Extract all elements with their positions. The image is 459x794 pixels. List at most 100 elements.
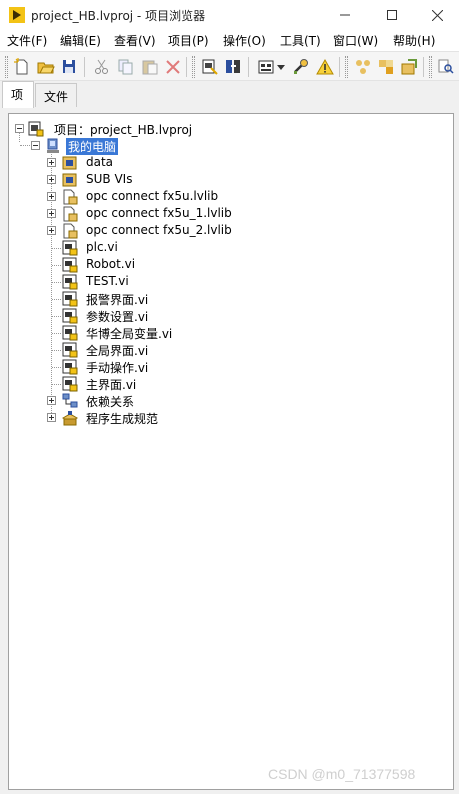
tree-item-lvlib[interactable]: opc connect fx5u_1.lvlib (86, 206, 232, 220)
tree-connector (52, 248, 61, 249)
tree-item-data[interactable]: data (86, 155, 113, 169)
maximize-button[interactable] (369, 0, 415, 30)
maximize-icon (387, 10, 397, 20)
paste-icon[interactable] (141, 58, 159, 76)
dropdown-arrow-icon[interactable] (276, 58, 286, 76)
cut-icon[interactable] (93, 58, 111, 76)
tab-strip: 项 文件 (0, 81, 459, 108)
folder-lib-icon (62, 173, 77, 187)
tree-item-vi[interactable]: 华博全局变量.vi (86, 325, 172, 342)
toolbar-separator (423, 57, 424, 77)
find-icon[interactable] (437, 58, 455, 76)
item-expander[interactable] (47, 209, 56, 218)
tree-connector (52, 316, 61, 317)
item-expander[interactable] (47, 226, 56, 235)
build-spec-icon (62, 411, 78, 426)
computer-icon (47, 138, 59, 153)
build-icon[interactable] (201, 58, 219, 76)
tree-item-vi[interactable]: 主界面.vi (86, 376, 136, 393)
close-icon (431, 9, 443, 21)
tree-item-lvlib[interactable]: opc connect fx5u_2.lvlib (86, 223, 232, 237)
minimize-button[interactable] (322, 0, 368, 30)
toolbar (0, 51, 459, 81)
item-expander[interactable] (47, 192, 56, 201)
delete-icon[interactable] (164, 58, 182, 76)
menu-file[interactable]: 文件(F) (7, 32, 47, 49)
vi-icon (62, 376, 78, 392)
close-button[interactable] (414, 0, 459, 30)
tree-connector (52, 350, 61, 351)
project-panel: 项目：project_HB.lvproj 我的电脑 data SUB VIs o… (0, 107, 459, 794)
tree-connector (52, 265, 61, 266)
menu-operate[interactable]: 操作(O) (223, 32, 266, 49)
open-icon[interactable] (37, 58, 55, 76)
computer-expander[interactable] (31, 141, 40, 150)
group-icon[interactable] (377, 58, 395, 76)
item-expander[interactable] (47, 175, 56, 184)
toolbar-separator (84, 57, 85, 77)
vi-icon (62, 291, 78, 307)
window-title: project_HB.lvproj - 项目浏览器 (31, 9, 206, 23)
tree-connector (52, 367, 61, 368)
tab-items[interactable]: 项 (2, 81, 34, 108)
item-expander[interactable] (47, 158, 56, 167)
tree-item-vi[interactable]: 参数设置.vi (86, 308, 148, 325)
my-computer-label[interactable]: 我的电脑 (66, 138, 119, 155)
item-expander[interactable] (47, 413, 56, 422)
tree-item-vi[interactable]: TEST.vi (86, 274, 129, 288)
project-expander[interactable] (15, 124, 24, 133)
tree-connector (20, 145, 30, 146)
wrench-icon[interactable] (292, 58, 310, 76)
vi-icon (62, 325, 78, 341)
toolbar-separator (248, 57, 249, 77)
tree-item-sub-vis[interactable]: SUB VIs (86, 172, 132, 186)
new-icon[interactable] (13, 58, 31, 76)
tree-connector (52, 333, 61, 334)
vi-icon (62, 257, 78, 273)
lvlib-icon (63, 189, 78, 205)
watermark-text: CSDN @m0_71377598 (268, 766, 416, 782)
deploy-icon[interactable] (224, 58, 242, 76)
tree-item-build-specs[interactable]: 程序生成规范 (86, 410, 158, 427)
lvlib-icon (63, 206, 78, 222)
tree-connector (52, 384, 61, 385)
menu-help[interactable]: 帮助(H) (393, 32, 435, 49)
tree-item-vi[interactable]: 报警界面.vi (86, 291, 148, 308)
tree-item-lvlib[interactable]: opc connect fx5u.lvlib (86, 189, 218, 203)
tree-item-vi[interactable]: Robot.vi (86, 257, 135, 271)
warning-icon[interactable] (316, 58, 334, 76)
toolbar-separator (339, 57, 340, 77)
folder-lib-icon (62, 156, 77, 170)
menu-view[interactable]: 查看(V) (114, 32, 156, 49)
tree-item-vi[interactable]: plc.vi (86, 240, 118, 254)
vi-icon (62, 359, 78, 375)
tree-item-vi[interactable]: 手动操作.vi (86, 359, 148, 376)
menu-tools[interactable]: 工具(T) (280, 32, 321, 49)
toolbar-grip[interactable] (192, 56, 195, 78)
vi-icon (62, 342, 78, 358)
toolbar-grip[interactable] (429, 56, 432, 78)
project-root-label[interactable]: 项目：project_HB.lvproj (54, 121, 192, 138)
tab-files[interactable]: 文件 (35, 83, 77, 107)
item-expander[interactable] (47, 396, 56, 405)
project-icon (28, 121, 44, 137)
title-bar: project_HB.lvproj - 项目浏览器 (0, 0, 459, 30)
menu-edit[interactable]: 编辑(E) (60, 32, 101, 49)
toolbar-grip[interactable] (345, 56, 348, 78)
save-all-icon[interactable] (61, 58, 79, 76)
menu-project[interactable]: 项目(P) (168, 32, 209, 49)
copy-icon[interactable] (117, 58, 135, 76)
labview-app-icon (9, 7, 25, 23)
menu-window[interactable]: 窗口(W) (333, 32, 378, 49)
menu-bar: 文件(F) 编辑(E) 查看(V) 项目(P) 操作(O) 工具(T) 窗口(W… (0, 30, 459, 50)
view-icon[interactable] (257, 58, 275, 76)
tree-item-dependencies[interactable]: 依赖关系 (86, 393, 134, 410)
dependencies-icon (62, 393, 78, 408)
vi-icon (62, 308, 78, 324)
tab-files-label: 文件 (44, 90, 69, 104)
vi-icon (62, 240, 78, 256)
tree-item-vi[interactable]: 全局界面.vi (86, 342, 148, 359)
vi-hierarchy-icon[interactable] (354, 58, 372, 76)
toolbar-grip[interactable] (5, 56, 8, 78)
ungroup-icon[interactable] (400, 58, 418, 76)
